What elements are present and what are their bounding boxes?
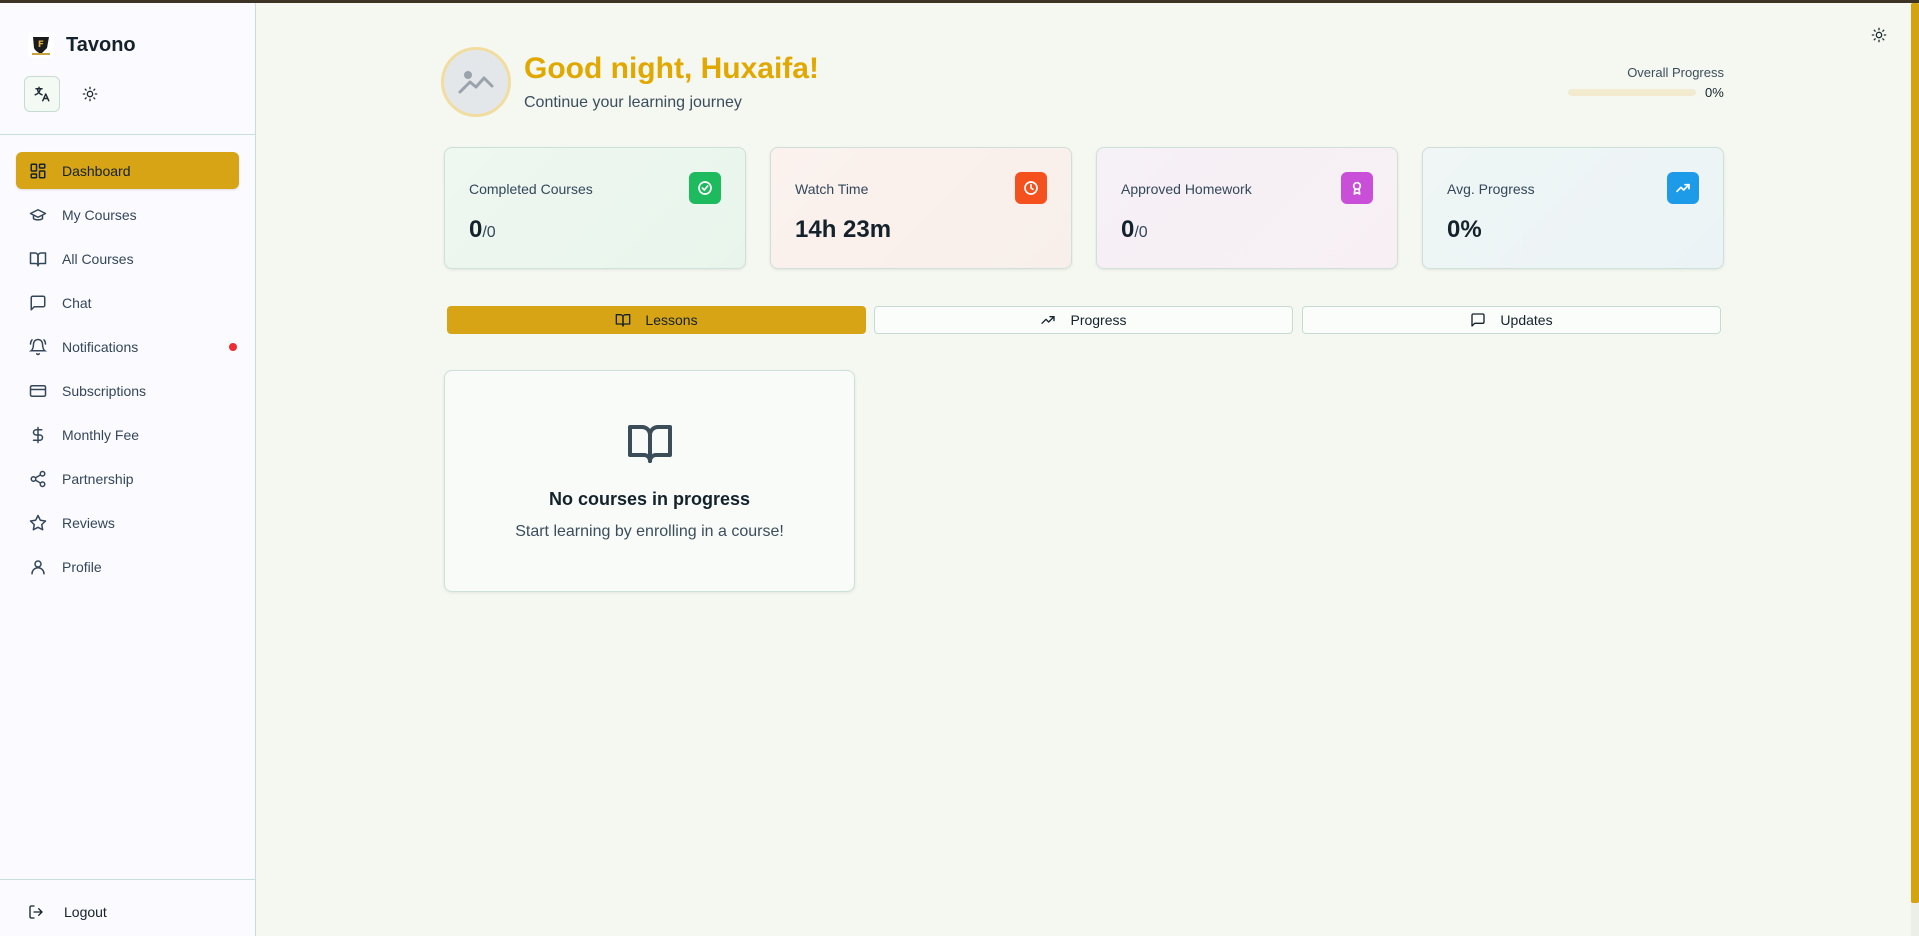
stat-card-watch-time: Watch Time 14h 23m bbox=[770, 147, 1072, 269]
scrollbar-thumb[interactable] bbox=[1911, 3, 1919, 903]
message-square-icon bbox=[28, 293, 48, 313]
stat-value: 0% bbox=[1447, 216, 1482, 243]
tab-label: Lessons bbox=[645, 312, 698, 328]
sidebar-item-label: Dashboard bbox=[62, 162, 131, 179]
sun-icon bbox=[82, 86, 98, 102]
sun-icon bbox=[1871, 27, 1887, 43]
sidebar-item-label: My Courses bbox=[62, 206, 137, 223]
svg-text:F: F bbox=[38, 40, 44, 50]
tavono-logo-icon: F bbox=[28, 32, 54, 58]
notification-dot bbox=[229, 343, 237, 351]
sidebar-item-label: Profile bbox=[62, 558, 102, 575]
image-placeholder-icon bbox=[458, 71, 494, 94]
dashboard-icon bbox=[28, 161, 48, 181]
sidebar: F Tavono Dashboard My Courses All Course… bbox=[0, 3, 256, 936]
stat-label: Completed Courses bbox=[469, 181, 593, 197]
greeting-title: Good night, Huxaifa! bbox=[524, 52, 819, 85]
sidebar-item-monthly-fee[interactable]: Monthly Fee bbox=[16, 416, 239, 453]
language-button[interactable] bbox=[24, 76, 60, 112]
empty-state-subtitle: Start learning by enrolling in a course! bbox=[515, 523, 784, 540]
sidebar-item-label: Subscriptions bbox=[62, 382, 147, 399]
stat-label: Watch Time bbox=[795, 181, 869, 197]
tab-lessons[interactable]: Lessons bbox=[447, 306, 866, 334]
trending-up-icon bbox=[1041, 316, 1056, 324]
overall-progress-value: 0% bbox=[1705, 85, 1724, 100]
empty-state-title: No courses in progress bbox=[548, 489, 751, 509]
credit-card-icon bbox=[28, 381, 48, 401]
sidebar-item-profile[interactable]: Profile bbox=[16, 548, 239, 585]
overall-progress-bar bbox=[1568, 89, 1696, 96]
stat-value: 0/0 bbox=[1121, 216, 1148, 243]
top-accent-line bbox=[0, 0, 1919, 3]
logout-icon bbox=[29, 905, 43, 919]
overall-progress-label: Overall Progress bbox=[1627, 65, 1724, 80]
sidebar-item-reviews[interactable]: Reviews bbox=[16, 504, 239, 541]
star-icon bbox=[28, 513, 48, 533]
bell-icon bbox=[28, 337, 48, 357]
brand-name: Tavono bbox=[66, 33, 136, 56]
sidebar-nav: Dashboard My Courses All Courses Chat No… bbox=[16, 152, 239, 592]
check-circle-icon bbox=[689, 172, 721, 204]
stat-card-avg-progress: Avg. Progress 0% bbox=[1422, 147, 1724, 269]
sidebar-item-label: Monthly Fee bbox=[62, 426, 140, 443]
sidebar-theme-button[interactable] bbox=[72, 76, 108, 112]
avatar[interactable] bbox=[441, 47, 511, 117]
stat-value: 0/0 bbox=[469, 216, 496, 243]
graduation-cap-icon bbox=[28, 205, 48, 225]
stat-card-approved-homework: Approved Homework 0/0 bbox=[1096, 147, 1398, 269]
empty-state-card: No courses in progress Start learning by… bbox=[444, 370, 855, 592]
sidebar-item-dashboard[interactable]: Dashboard bbox=[16, 152, 239, 189]
sidebar-item-partnership[interactable]: Partnership bbox=[16, 460, 239, 497]
message-square-icon bbox=[1471, 313, 1486, 327]
logout-label: Logout bbox=[64, 904, 107, 920]
sidebar-item-label: Chat bbox=[62, 294, 92, 311]
stat-label: Avg. Progress bbox=[1447, 181, 1535, 197]
trending-up-icon bbox=[1667, 172, 1699, 204]
book-open-icon bbox=[628, 425, 672, 463]
tab-updates[interactable]: Updates bbox=[1302, 306, 1721, 334]
sidebar-item-all-courses[interactable]: All Courses bbox=[16, 240, 239, 277]
sidebar-item-label: Notifications bbox=[62, 338, 139, 355]
sidebar-divider bbox=[0, 134, 255, 135]
award-icon bbox=[1341, 172, 1373, 204]
tab-progress[interactable]: Progress bbox=[874, 306, 1293, 334]
stat-label: Approved Homework bbox=[1121, 181, 1252, 197]
sidebar-item-chat[interactable]: Chat bbox=[16, 284, 239, 321]
sidebar-tools bbox=[24, 76, 108, 112]
book-open-icon bbox=[28, 249, 48, 269]
user-icon bbox=[28, 557, 48, 577]
sidebar-item-label: All Courses bbox=[62, 250, 134, 267]
sidebar-bottom-divider bbox=[0, 879, 255, 880]
stat-value: 14h 23m bbox=[795, 216, 892, 243]
dollar-icon bbox=[28, 425, 48, 445]
sidebar-item-my-courses[interactable]: My Courses bbox=[16, 196, 239, 233]
book-open-icon bbox=[616, 314, 631, 327]
translate-icon bbox=[34, 86, 50, 102]
logout-button[interactable]: Logout bbox=[28, 904, 107, 920]
clock-icon bbox=[1015, 172, 1047, 204]
sidebar-item-subscriptions[interactable]: Subscriptions bbox=[16, 372, 239, 409]
brand[interactable]: F Tavono bbox=[28, 32, 136, 58]
theme-toggle-button[interactable] bbox=[1869, 25, 1889, 45]
stat-card-completed-courses: Completed Courses 0/0 bbox=[444, 147, 746, 269]
greeting-subtitle: Continue your learning journey bbox=[524, 94, 742, 111]
sidebar-item-label: Partnership bbox=[62, 470, 134, 487]
sidebar-item-label: Reviews bbox=[62, 514, 115, 531]
tab-label: Progress bbox=[1070, 312, 1127, 328]
sidebar-item-notifications[interactable]: Notifications bbox=[16, 328, 239, 365]
tab-label: Updates bbox=[1500, 312, 1553, 328]
share-icon bbox=[28, 469, 48, 489]
